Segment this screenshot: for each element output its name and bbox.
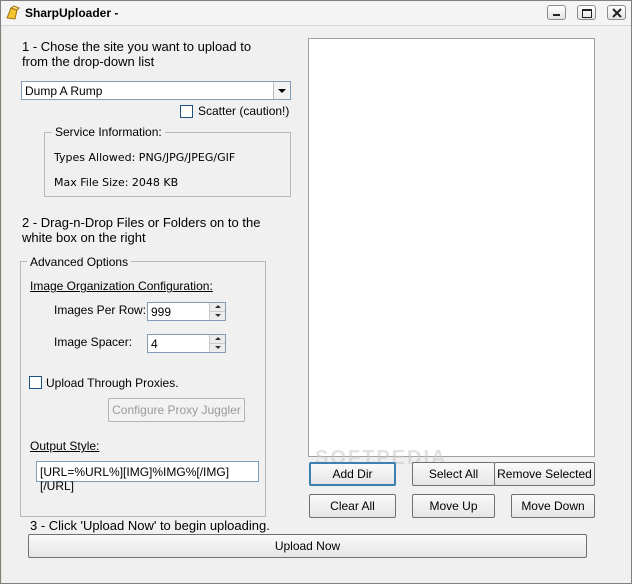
proxies-checkbox[interactable] (29, 376, 42, 389)
move-up-label: Move Up (429, 499, 478, 513)
max-file-size-text: Max File Size: 2048 KB (54, 176, 179, 189)
minimize-button[interactable] (547, 5, 566, 20)
scatter-checkbox[interactable] (180, 105, 193, 118)
minimize-icon (553, 14, 560, 16)
arrow-up-icon (215, 337, 221, 340)
add-dir-label: Add Dir (332, 467, 373, 481)
output-style-input[interactable]: [URL=%URL%][IMG]%IMG%[/IMG][/URL] (36, 461, 259, 493)
arrow-down-icon (215, 314, 221, 317)
scatter-label: Scatter (caution!) (198, 104, 290, 118)
image-spacer-value: 4 (151, 337, 158, 351)
types-allowed-text: Types Allowed: PNG/JPG/JPEG/GIF (54, 151, 236, 164)
images-per-row-stepper[interactable]: 999 (147, 302, 226, 321)
image-spacer-down-button[interactable] (209, 344, 225, 352)
app-window: SharpUploader - 1 - Chose the site you w… (0, 0, 632, 584)
step2-instruction-line1: 2 - Drag-n-Drop Files or Folders on to t… (22, 215, 261, 230)
images-per-row-value: 999 (151, 305, 172, 319)
clear-all-button[interactable]: Clear All (309, 494, 396, 518)
configure-proxy-label: Configure Proxy Juggler (112, 403, 241, 417)
service-info-title: Service Information: (52, 125, 165, 139)
step2-instruction-line2: white box on the right (22, 230, 146, 245)
image-spacer-up-button[interactable] (209, 335, 225, 344)
upload-now-label: Upload Now (274, 539, 341, 553)
advanced-options-title: Advanced Options (27, 255, 132, 269)
window-title: SharpUploader - (25, 6, 119, 20)
proxies-label: Upload Through Proxies. (46, 376, 179, 390)
image-spacer-stepper[interactable]: 4 (147, 334, 226, 353)
move-up-button[interactable]: Move Up (412, 494, 495, 518)
arrow-down-icon (215, 346, 221, 349)
chevron-down-icon (278, 89, 286, 93)
maximize-button[interactable] (577, 5, 596, 20)
move-down-button[interactable]: Move Down (511, 494, 595, 518)
file-drop-area[interactable] (308, 38, 595, 457)
images-per-row-down-button[interactable] (209, 312, 225, 320)
step1-instruction-line2: from the drop-down list (22, 54, 155, 69)
title-bar[interactable]: SharpUploader - (1, 1, 631, 26)
remove-selected-button[interactable]: Remove Selected (494, 462, 595, 486)
add-dir-button[interactable]: Add Dir (309, 462, 396, 486)
maximize-icon (582, 9, 592, 18)
client-area: 1 - Chose the site you want to upload to… (2, 26, 631, 583)
remove-selected-label: Remove Selected (497, 467, 592, 481)
arrow-up-icon (215, 305, 221, 308)
output-style-value: [URL=%URL%][IMG]%IMG%[/IMG][/URL] (40, 465, 230, 493)
configure-proxy-button[interactable]: Configure Proxy Juggler (108, 398, 245, 422)
dropdown-arrow-button[interactable] (273, 82, 290, 99)
app-icon (6, 5, 20, 20)
move-down-label: Move Down (521, 499, 585, 513)
select-all-button[interactable]: Select All (412, 462, 495, 486)
close-icon (612, 8, 622, 18)
step1-instruction-line1: 1 - Chose the site you want to upload to (22, 39, 252, 54)
org-config-label: Image Organization Configuration: (30, 279, 213, 293)
close-button[interactable] (607, 5, 626, 20)
output-style-label: Output Style: (30, 439, 100, 453)
select-all-label: Select All (428, 467, 479, 481)
site-dropdown[interactable]: Dump A Rump (21, 81, 291, 100)
image-spacer-label: Image Spacer: (54, 335, 133, 349)
clear-all-label: Clear All (330, 499, 375, 513)
images-per-row-label: Images Per Row: (54, 303, 147, 317)
site-dropdown-value: Dump A Rump (25, 84, 103, 98)
step3-instruction: 3 - Click 'Upload Now' to begin uploadin… (30, 518, 270, 533)
upload-now-button[interactable]: Upload Now (28, 534, 587, 558)
images-per-row-up-button[interactable] (209, 303, 225, 312)
